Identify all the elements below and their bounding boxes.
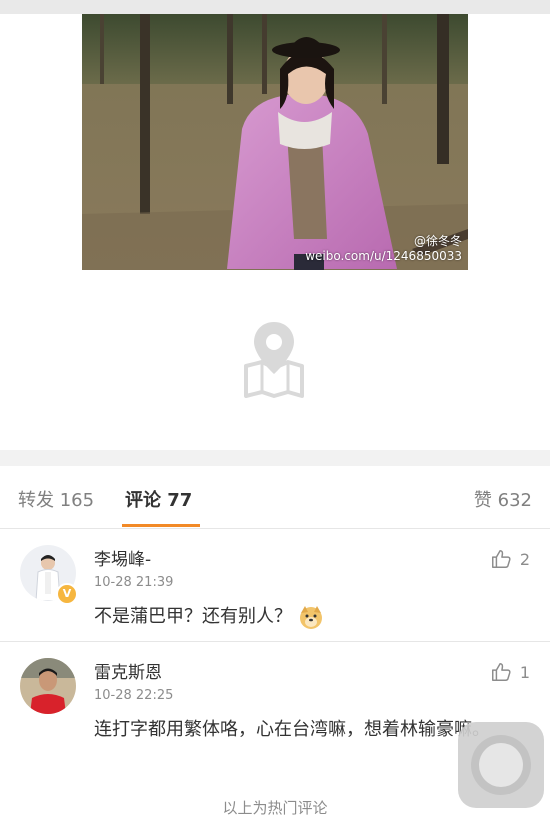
tab-comments[interactable]: 评论 77	[125, 486, 192, 512]
thumbs-up-icon	[491, 663, 511, 681]
verified-badge: V	[56, 583, 78, 605]
like-button[interactable]: 1	[490, 660, 530, 684]
top-strip	[0, 0, 550, 14]
comment-text: 不是蒲巴甲？还有别人？	[94, 606, 292, 627]
comment-item[interactable]: V 李埸峰- 10-28 21:39 2 不是蒲巴甲？还有别人？	[0, 529, 550, 642]
photo-scene	[82, 14, 468, 270]
comment-text-wrapper: 不是蒲巴甲？还有别人？	[94, 601, 526, 633]
map-pin-icon[interactable]	[240, 318, 308, 398]
section-divider	[0, 450, 550, 466]
like-count: 1	[519, 662, 530, 682]
post-photo[interactable]: @徐冬冬 weibo.com/u/1246850033	[82, 14, 468, 270]
like-button[interactable]: 2	[490, 547, 530, 571]
assistive-ring-inner	[479, 743, 523, 787]
tab-likes[interactable]: 赞 632	[474, 486, 532, 512]
avatar-image-icon	[20, 658, 76, 714]
tab-repost[interactable]: 转发 165	[18, 486, 94, 512]
comment-time: 10-28 22:25	[94, 688, 174, 703]
comment-username[interactable]: 雷克斯恩	[94, 658, 162, 683]
assistive-touch-icon[interactable]	[458, 722, 544, 808]
avatar[interactable]	[20, 658, 76, 714]
comment-time: 10-28 21:39	[94, 575, 174, 590]
watermark-url: weibo.com/u/1246850033	[305, 249, 462, 263]
doge-emoji-icon	[299, 606, 322, 629]
photo-watermark: @徐冬冬 weibo.com/u/1246850033	[305, 234, 462, 264]
like-count: 2	[519, 549, 530, 569]
interaction-tabs: 转发 165 评论 77 赞 632	[0, 466, 550, 529]
active-tab-indicator	[122, 524, 200, 527]
watermark-name: @徐冬冬	[413, 234, 462, 248]
thumbs-up-icon	[491, 550, 511, 568]
comment-username[interactable]: 李埸峰-	[94, 545, 151, 570]
